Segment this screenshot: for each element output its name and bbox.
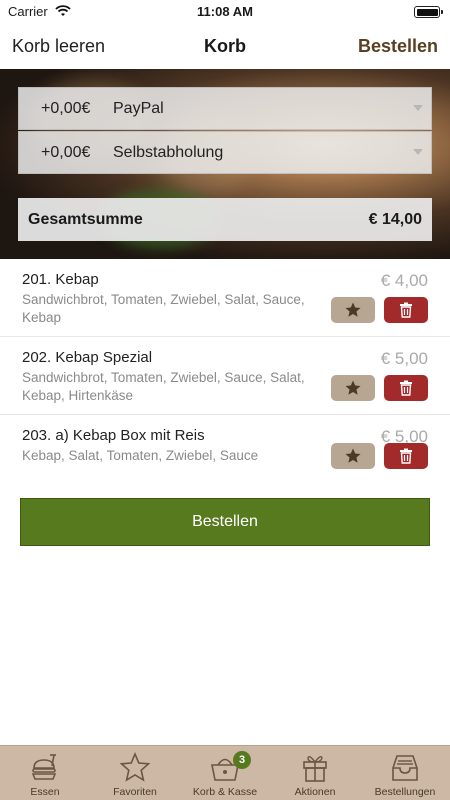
star-icon <box>345 302 361 317</box>
tab-label: Korb & Kasse <box>192 786 258 798</box>
tab-bestellungen[interactable]: Bestellungen <box>360 746 450 800</box>
item-description: Sandwichbrot, Tomaten, Zwiebel, Salat, S… <box>22 292 305 325</box>
clear-cart-button[interactable]: Korb leeren <box>12 36 105 57</box>
total-label: Gesamtsumme <box>28 211 143 228</box>
tab-label: Bestellungen <box>374 786 436 798</box>
tab-label: Aktionen <box>294 786 336 798</box>
delivery-fee: +0,00€ <box>41 144 91 161</box>
cart-item: 203. a) Kebap Box mit Reis Kebap, Salat,… <box>0 415 450 475</box>
payment-fee: +0,00€ <box>41 100 91 117</box>
item-price: € 5,00 <box>380 349 428 368</box>
header-background-image: +0,00€ PayPal +0,00€ Selbstabholung Gesa… <box>0 69 450 259</box>
total-value: € 14,00 <box>368 211 422 228</box>
gift-icon <box>303 755 327 782</box>
dropdown-caret-icon <box>413 105 423 111</box>
tab-aktionen[interactable]: Aktionen <box>270 746 360 800</box>
item-price: € 4,00 <box>380 271 428 290</box>
trash-icon <box>400 380 412 396</box>
delete-item-button[interactable] <box>384 443 428 469</box>
trash-icon <box>400 302 412 318</box>
payment-method-label: PayPal <box>113 100 164 117</box>
order-nav-button[interactable]: Bestellen <box>358 36 438 57</box>
tab-bar: Essen Favoriten 3 Korb & Kasse Aktionen <box>0 745 450 800</box>
item-title: 202. Kebap Spezial <box>22 349 153 366</box>
delete-item-button[interactable] <box>384 375 428 401</box>
cart-item: 201. Kebap Sandwichbrot, Tomaten, Zwiebe… <box>0 259 450 337</box>
tab-label: Essen <box>30 786 60 798</box>
tray-icon <box>392 755 418 781</box>
star-icon <box>345 448 361 463</box>
item-title: 201. Kebap <box>22 271 99 288</box>
tab-korb-kasse[interactable]: 3 Korb & Kasse <box>180 746 270 800</box>
item-title: 203. a) Kebap Box mit Reis <box>22 427 205 444</box>
navigation-bar: Korb leeren Korb Bestellen <box>0 24 450 69</box>
delivery-method-select[interactable]: +0,00€ Selbstabholung <box>18 131 432 174</box>
cart-item: 202. Kebap Spezial Sandwichbrot, Tomaten… <box>0 337 450 415</box>
favorite-button[interactable] <box>331 375 375 401</box>
item-description: Sandwichbrot, Tomaten, Zwiebel, Sauce, S… <box>22 370 305 403</box>
favorite-button[interactable] <box>331 297 375 323</box>
delivery-method-label: Selbstabholung <box>113 144 224 161</box>
delete-item-button[interactable] <box>384 297 428 323</box>
food-icon <box>31 754 57 780</box>
dropdown-caret-icon <box>413 149 423 155</box>
status-bar: Carrier 11:08 AM <box>0 0 450 24</box>
total-row: Gesamtsumme € 14,00 <box>18 198 432 241</box>
cart-count-badge: 3 <box>233 751 251 769</box>
order-button[interactable]: Bestellen <box>20 498 430 546</box>
cart-item-list: 201. Kebap Sandwichbrot, Tomaten, Zwiebe… <box>0 259 450 475</box>
tab-favoriten[interactable]: Favoriten <box>90 746 180 800</box>
star-icon <box>345 380 361 395</box>
favorite-button[interactable] <box>331 443 375 469</box>
status-time: 11:08 AM <box>197 4 253 19</box>
star-icon <box>119 752 151 782</box>
trash-icon <box>400 448 412 464</box>
tab-essen[interactable]: Essen <box>0 746 90 800</box>
payment-method-select[interactable]: +0,00€ PayPal <box>18 87 432 130</box>
tab-label: Favoriten <box>113 786 157 798</box>
item-description: Kebap, Salat, Tomaten, Zwiebel, Sauce <box>22 448 259 463</box>
battery-icon <box>414 6 443 18</box>
